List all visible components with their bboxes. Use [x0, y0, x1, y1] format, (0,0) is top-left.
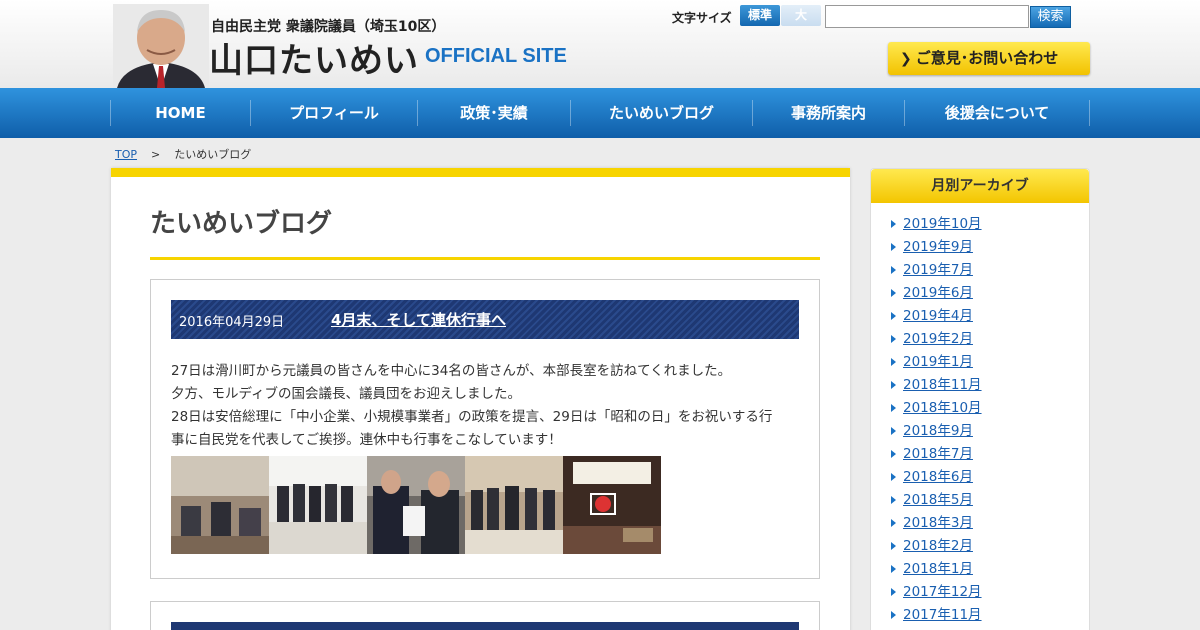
nav-item-supporters[interactable]: 後援会について [905, 100, 1090, 126]
archive-link[interactable]: 2018年6月 [891, 468, 1089, 491]
archive-link[interactable]: 2019年10月 [891, 215, 1089, 238]
blog-post: 2016年04月29日 4月末、そして連休行事へ 27日は滑川町から元議員の皆さ… [150, 279, 820, 579]
main-nav: HOME プロフィール 政策･実績 たいめいブログ 事務所案内 後援会について [0, 88, 1200, 138]
breadcrumb-current: たいめいブログ [174, 148, 252, 161]
triangle-right-icon [891, 220, 896, 228]
contact-button-label: ご意見･お問い合わせ [915, 49, 1059, 67]
triangle-right-icon [891, 335, 896, 343]
main-content: たいめいブログ 2016年04月29日 4月末、そして連休行事へ 27日は滑川町… [111, 168, 850, 630]
site-header: 自由民主党 衆議院議員（埼玉10区） 山口たいめい OFFICIAL SITE … [0, 0, 1200, 88]
archive-link[interactable]: 2019年6月 [891, 284, 1089, 307]
triangle-right-icon [891, 496, 896, 504]
post-title-link[interactable]: 4月末、そして連休行事へ [331, 309, 506, 330]
post-header: 2016年04月29日 4月末、そして連休行事へ [171, 300, 799, 339]
triangle-right-icon [891, 266, 896, 274]
breadcrumb: TOP > たいめいブログ [115, 146, 251, 162]
blog-post [150, 601, 820, 630]
chevron-right-icon: ❯ [900, 51, 912, 67]
post-photos [171, 456, 661, 554]
nav-item-home[interactable]: HOME [111, 100, 251, 126]
contact-button[interactable]: ❯ ご意見･お問い合わせ [888, 42, 1090, 75]
archive-link[interactable]: 2018年2月 [891, 537, 1089, 560]
post-line: 夕方、モルディブの国会議長、議員団をお迎えしました。 [171, 386, 522, 402]
triangle-right-icon [891, 588, 896, 596]
archive-link[interactable]: 2019年9月 [891, 238, 1089, 261]
post-photo[interactable] [563, 456, 661, 554]
triangle-right-icon [891, 427, 896, 435]
archive-link[interactable]: 2018年9月 [891, 422, 1089, 445]
triangle-right-icon [891, 519, 896, 527]
post-photo[interactable] [269, 456, 367, 554]
archive-link[interactable]: 2019年4月 [891, 307, 1089, 330]
archive-link[interactable]: 2019年1月 [891, 353, 1089, 376]
portrait-image [113, 4, 209, 88]
archive-link[interactable]: 2019年2月 [891, 330, 1089, 353]
archive-link[interactable]: 2018年1月 [891, 560, 1089, 583]
official-site-label: OFFICIAL SITE [425, 45, 567, 67]
search-button[interactable]: 検索 [1030, 6, 1071, 28]
triangle-right-icon [891, 542, 896, 550]
archive-link[interactable]: 2018年3月 [891, 514, 1089, 537]
archive-link[interactable]: 2018年11月 [891, 376, 1089, 399]
font-size-label: 文字サイズ [672, 11, 732, 25]
post-line: 27日は滑川町から元議員の皆さんを中心に34名の皆さんが、本部長室を訪ねてくれま… [171, 363, 732, 379]
post-photo[interactable] [465, 456, 563, 554]
nav-item-office[interactable]: 事務所案内 [753, 100, 905, 126]
search-input[interactable] [825, 5, 1029, 28]
triangle-right-icon [891, 312, 896, 320]
archive-link[interactable]: 2017年12月 [891, 583, 1089, 606]
sidebar: 月別アーカイブ 2019年10月 2019年9月 2019年7月 2019年6月… [870, 168, 1090, 630]
triangle-right-icon [891, 565, 896, 573]
triangle-right-icon [891, 473, 896, 481]
site-name[interactable]: 山口たいめい [209, 33, 419, 82]
breadcrumb-separator: > [151, 148, 161, 161]
post-date: 2016年04月29日 [179, 315, 285, 330]
archive-link[interactable]: 2017年11月 [891, 606, 1089, 629]
post-body: 27日は滑川町から元議員の皆さんを中心に34名の皆さんが、本部長室を訪ねてくれま… [171, 360, 799, 452]
post-photo[interactable] [367, 456, 465, 554]
archive-title: 月別アーカイブ [871, 169, 1089, 203]
triangle-right-icon [891, 404, 896, 412]
archive-list: 2019年10月 2019年9月 2019年7月 2019年6月 2019年4月… [871, 203, 1089, 629]
triangle-right-icon [891, 289, 896, 297]
nav-item-policy[interactable]: 政策･実績 [418, 100, 571, 126]
font-size-large-button[interactable]: 大 [781, 5, 821, 26]
triangle-right-icon [891, 611, 896, 619]
font-size-normal-button[interactable]: 標準 [740, 5, 780, 26]
title-divider [150, 257, 820, 260]
post-line: 事に自民党を代表してご挨拶。連休中も行事をこなしています！ [171, 432, 562, 448]
archive-link[interactable]: 2018年10月 [891, 399, 1089, 422]
archive-link[interactable]: 2018年5月 [891, 491, 1089, 514]
triangle-right-icon [891, 450, 896, 458]
nav-item-blog[interactable]: たいめいブログ [571, 100, 753, 126]
post-photo[interactable] [171, 456, 269, 554]
triangle-right-icon [891, 381, 896, 389]
breadcrumb-top-link[interactable]: TOP [115, 148, 137, 161]
post-header [171, 622, 799, 630]
archive-link[interactable]: 2018年7月 [891, 445, 1089, 468]
page-title: たいめいブログ [150, 209, 333, 239]
triangle-right-icon [891, 243, 896, 251]
nav-item-profile[interactable]: プロフィール [251, 100, 418, 126]
triangle-right-icon [891, 358, 896, 366]
post-line: 28日は安倍総理に「中小企業、小規模事業者」の政策を提言、29日は「昭和の日」を… [171, 409, 773, 425]
archive-link[interactable]: 2019年7月 [891, 261, 1089, 284]
